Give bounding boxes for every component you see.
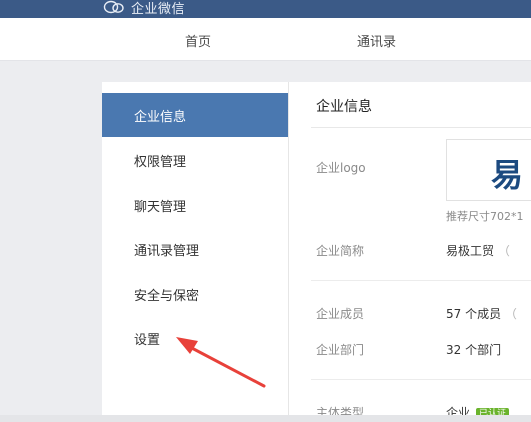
sidebar-item-label: 设置 <box>134 333 161 348</box>
nav-bar: 首页 通讯录 <box>0 18 531 61</box>
members-value: 57 个成员 （ <box>446 305 517 322</box>
chat-bubbles-icon <box>103 0 125 15</box>
members-trailing: （ <box>504 307 517 321</box>
section-divider <box>311 379 531 380</box>
short-name-value: 易极工贸 （ <box>446 242 510 259</box>
members-label: 企业成员 <box>316 307 365 321</box>
logo-label: 企业logo <box>316 161 366 175</box>
sidebar-item-label: 企业信息 <box>134 110 187 125</box>
page-title: 企业信息 <box>316 99 372 115</box>
short-name-trailing: （ <box>497 244 510 258</box>
sidebar-item-security[interactable]: 安全与保密 <box>102 272 288 316</box>
company-logo-preview[interactable]: 易 <box>446 139 531 201</box>
nav-contacts[interactable]: 通讯录 <box>357 31 396 50</box>
sidebar-item-label: 聊天管理 <box>134 200 187 215</box>
brand-name: 企业微信 <box>131 1 186 17</box>
departments-value[interactable]: 32 个部门 <box>446 341 501 358</box>
brand[interactable]: 企业微信 <box>103 0 185 17</box>
short-name-label: 企业简称 <box>316 244 365 258</box>
sidebar: 企业信息 权限管理 聊天管理 通讯录管理 安全与保密 设置 <box>102 82 289 422</box>
logo-glyph: 易 <box>491 156 524 194</box>
title-divider <box>311 127 531 128</box>
departments-label: 企业部门 <box>316 343 365 357</box>
sidebar-item-company-info[interactable]: 企业信息 <box>102 93 288 137</box>
logo-size-hint: 推荐尺寸702*1 <box>446 210 524 223</box>
sidebar-item-label: 安全与保密 <box>134 289 200 304</box>
sidebar-item-label: 权限管理 <box>134 155 187 170</box>
sidebar-item-settings[interactable]: 设置 <box>102 316 288 360</box>
sidebar-item-permissions[interactable]: 权限管理 <box>102 138 288 182</box>
sidebar-item-chat-management[interactable]: 聊天管理 <box>102 183 288 227</box>
section-divider <box>311 280 531 281</box>
short-name-text: 易极工贸 <box>446 244 495 258</box>
members-count[interactable]: 57 个成员 <box>446 307 501 321</box>
top-bar: 企业微信 <box>0 0 531 18</box>
nav-home[interactable]: 首页 <box>185 31 211 50</box>
company-info-content: 企业信息 企业logo 易 推荐尺寸702*1 企业简称 易极工贸 （ 企业成员… <box>289 82 531 422</box>
bottom-scroll-edge <box>0 415 531 422</box>
sidebar-item-label: 通讯录管理 <box>134 244 200 259</box>
sidebar-item-contacts-management[interactable]: 通讯录管理 <box>102 227 288 271</box>
